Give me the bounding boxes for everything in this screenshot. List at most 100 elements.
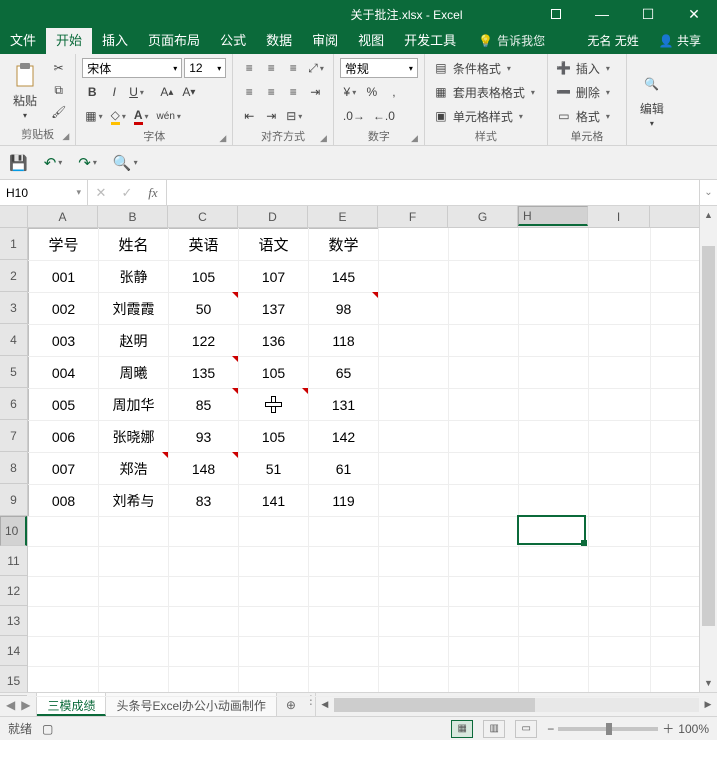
align-right-button[interactable]: ≡ — [283, 82, 303, 102]
underline-button[interactable]: U — [126, 82, 147, 102]
enter-formula-button[interactable]: ✓ — [114, 185, 140, 201]
row-header-13[interactable]: 13 — [0, 606, 27, 636]
normal-view-button[interactable]: ▦ — [451, 720, 473, 738]
minimize-button[interactable]: — — [579, 0, 625, 28]
row-header-12[interactable]: 12 — [0, 576, 27, 606]
delete-cells-button[interactable]: ➖删除 — [554, 82, 620, 102]
grow-font-button[interactable]: A▴ — [157, 82, 177, 102]
scroll-up-button[interactable]: ▲ — [700, 206, 717, 224]
tab-公式[interactable]: 公式 — [210, 25, 256, 54]
col-header-E[interactable]: E — [308, 206, 378, 227]
comma-button[interactable]: , — [384, 82, 404, 102]
dialog-launcher-icon[interactable]: ◢ — [219, 133, 226, 144]
zoom-slider[interactable] — [558, 727, 658, 731]
comment-indicator-icon[interactable] — [232, 356, 238, 362]
tab-插入[interactable]: 插入 — [92, 25, 138, 54]
row-header-11[interactable]: 11 — [0, 546, 27, 576]
expand-formula-button[interactable]: ⌄ — [699, 180, 717, 205]
fill-color-button[interactable]: ◇ — [108, 106, 129, 126]
table-format-button[interactable]: ▦套用表格格式 — [431, 82, 541, 102]
tab-开发工具[interactable]: 开发工具 — [394, 25, 466, 54]
col-header-D[interactable]: D — [238, 206, 308, 227]
macro-record-icon[interactable]: ▢ — [42, 722, 53, 736]
redo-button[interactable]: ↷ — [75, 153, 100, 173]
row-header-5[interactable]: 5 — [0, 356, 27, 388]
close-button[interactable]: ✕ — [671, 0, 717, 28]
comment-indicator-icon[interactable] — [232, 388, 238, 394]
row-header-2[interactable]: 2 — [0, 260, 27, 292]
maximize-button[interactable]: ☐ — [625, 0, 671, 28]
row-header-9[interactable]: 9 — [0, 484, 27, 516]
bold-button[interactable]: B — [82, 82, 102, 102]
comment-indicator-icon[interactable] — [372, 292, 378, 298]
italic-button[interactable]: I — [104, 82, 124, 102]
font-color-button[interactable]: A — [131, 106, 152, 126]
scroll-thumb[interactable] — [702, 246, 715, 626]
shrink-font-button[interactable]: A▾ — [179, 82, 199, 102]
font-name-select[interactable]: 宋体▾ — [82, 58, 182, 78]
zoom-in-button[interactable]: ＋ — [662, 720, 674, 737]
fill-handle[interactable] — [581, 540, 587, 546]
increase-decimal-button[interactable]: .0→ — [340, 106, 368, 126]
tab-页面布局[interactable]: 页面布局 — [138, 25, 210, 54]
row-header-14[interactable]: 14 — [0, 636, 27, 666]
page-break-button[interactable]: ▭ — [515, 720, 537, 738]
tab-数据[interactable]: 数据 — [256, 25, 302, 54]
copy-button[interactable]: ⧉ — [48, 80, 69, 100]
row-headers[interactable]: 123456789101112131415 — [0, 228, 28, 692]
col-header-H[interactable]: H — [518, 206, 588, 226]
dialog-launcher-icon[interactable]: ◢ — [62, 131, 69, 142]
align-left-button[interactable]: ≡ — [239, 82, 259, 102]
align-center-button[interactable]: ≡ — [261, 82, 281, 102]
save-button[interactable]: 💾 — [6, 153, 31, 173]
paste-button[interactable]: 粘贴▾ — [6, 58, 44, 124]
decrease-decimal-button[interactable]: ←.0 — [370, 106, 398, 126]
col-header-I[interactable]: I — [588, 206, 650, 227]
col-header-F[interactable]: F — [378, 206, 448, 227]
select-all-button[interactable] — [0, 206, 28, 228]
tab-文件[interactable]: 文件 — [0, 25, 46, 54]
scroll-down-button[interactable]: ▼ — [700, 674, 717, 692]
insert-cells-button[interactable]: ➕插入 — [554, 58, 620, 78]
comment-indicator-icon[interactable] — [302, 388, 308, 394]
zoom-level[interactable]: 100% — [678, 722, 709, 736]
print-preview-button[interactable]: 🔍 — [110, 153, 141, 173]
row-header-4[interactable]: 4 — [0, 324, 27, 356]
ribbon-options-icon[interactable] — [533, 0, 579, 28]
col-header-G[interactable]: G — [448, 206, 518, 227]
conditional-format-button[interactable]: ▤条件格式 — [431, 58, 541, 78]
comment-indicator-icon[interactable] — [232, 452, 238, 458]
font-size-select[interactable]: 12▾ — [184, 58, 226, 78]
percent-button[interactable]: % — [362, 82, 382, 102]
row-header-6[interactable]: 6 — [0, 388, 27, 420]
row-header-3[interactable]: 3 — [0, 292, 27, 324]
align-middle-button[interactable]: ≡ — [261, 58, 281, 78]
row-header-8[interactable]: 8 — [0, 452, 27, 484]
undo-button[interactable]: ↶ — [41, 153, 66, 173]
merge-button[interactable]: ⊟ — [283, 106, 305, 126]
dialog-launcher-icon[interactable]: ◢ — [411, 133, 418, 144]
row-header-10[interactable]: 10 — [0, 516, 27, 546]
name-box[interactable]: H10▾ — [0, 180, 88, 205]
formula-input[interactable] — [167, 180, 699, 205]
cell-style-button[interactable]: ▣单元格样式 — [431, 106, 541, 126]
dialog-launcher-icon[interactable]: ◢ — [320, 133, 327, 144]
col-header-A[interactable]: A — [28, 206, 98, 227]
share-button[interactable]: 👤 共享 — [649, 27, 711, 54]
tab-视图[interactable]: 视图 — [348, 25, 394, 54]
find-select-button[interactable]: 🔍 编辑▾ — [633, 58, 671, 140]
format-painter-button[interactable]: 🖌 — [48, 102, 69, 122]
cancel-formula-button[interactable]: ✕ — [88, 185, 114, 201]
vertical-scrollbar[interactable]: ▲ ▼ — [699, 206, 717, 692]
comment-indicator-icon[interactable] — [162, 452, 168, 458]
wrap-text-button[interactable]: ⇥ — [305, 82, 325, 102]
row-header-7[interactable]: 7 — [0, 420, 27, 452]
zoom-control[interactable]: − ＋ 100% — [547, 720, 709, 737]
cut-button[interactable]: ✂ — [48, 58, 69, 78]
tell-me[interactable]: 💡告诉我您 — [472, 27, 551, 54]
row-header-1[interactable]: 1 — [0, 228, 27, 260]
accounting-button[interactable]: ¥ — [340, 82, 360, 102]
decrease-indent-button[interactable]: ⇤ — [239, 106, 259, 126]
col-header-B[interactable]: B — [98, 206, 168, 227]
number-format-select[interactable]: 常规▾ — [340, 58, 418, 78]
